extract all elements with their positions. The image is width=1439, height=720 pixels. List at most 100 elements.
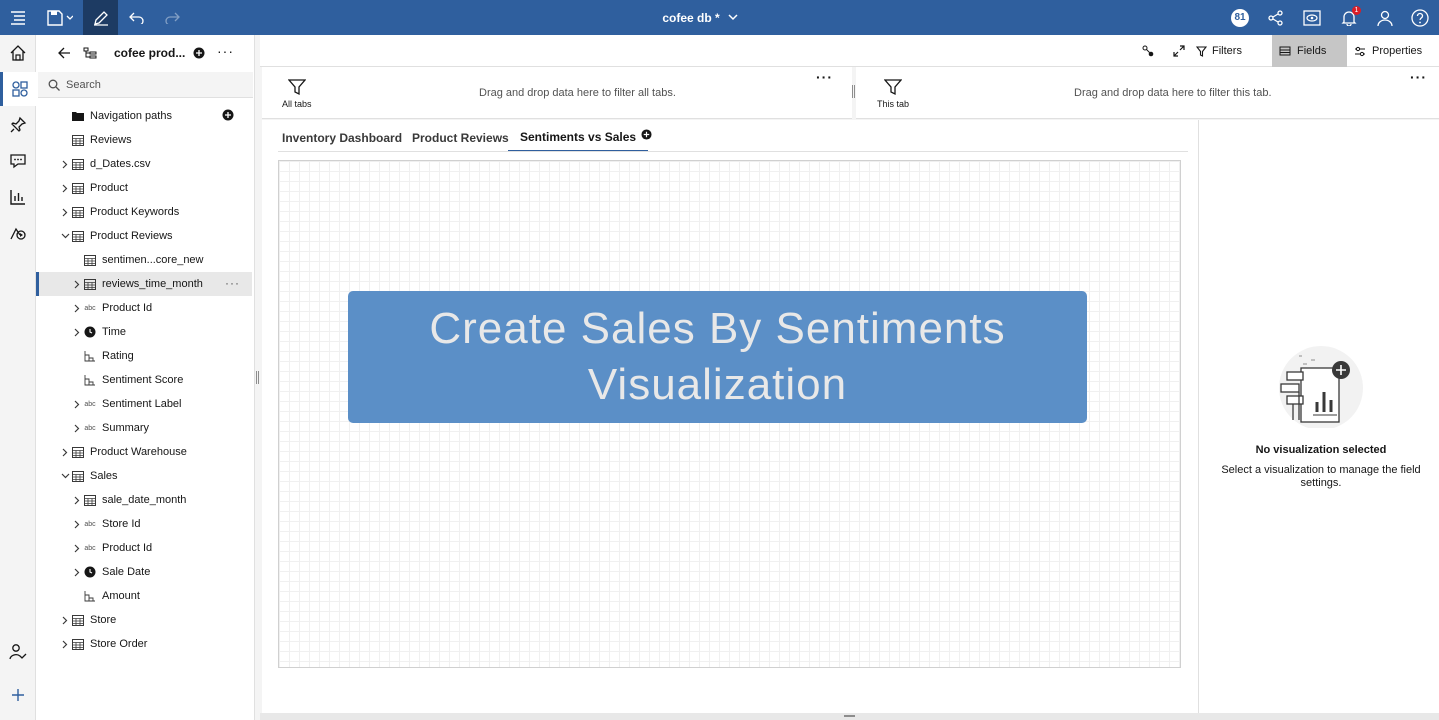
add-source-icon[interactable] [193,47,205,62]
tree-item[interactable]: Reviews [36,128,252,152]
tree-item-label: sentimen...core_new [102,254,204,266]
menu-icon[interactable] [6,0,30,35]
table-icon [72,638,84,650]
relations-icon[interactable] [1142,35,1158,67]
home-icon[interactable] [0,36,36,70]
bottom-scrollbar[interactable] [260,713,1439,720]
user-icon[interactable] [1374,0,1396,35]
tree-item[interactable]: Store [36,608,252,632]
help-icon[interactable] [1409,0,1431,35]
all-tabs-filter[interactable]: All tabs [282,79,312,109]
tree-item[interactable]: Time [36,320,252,344]
tree-item[interactable]: Product Warehouse [36,440,252,464]
tree-item[interactable]: Sentiment Score [36,368,252,392]
redo-icon[interactable] [161,0,183,35]
more-options-icon[interactable]: ··· [217,43,234,59]
tree-item-label: Sentiment Score [102,374,184,386]
chevron-right-icon[interactable] [72,543,82,553]
tree-item-more-icon[interactable]: ··· [225,276,240,290]
chevron-right-icon[interactable] [60,447,70,457]
notification-count: 1 [1352,6,1361,15]
chevron-right-icon[interactable] [60,183,70,193]
tree-item[interactable]: d_Dates.csv [36,152,252,176]
share-icon[interactable] [1265,0,1287,35]
dashboard-title[interactable]: cofee db * [640,0,760,35]
chart-icon[interactable] [0,180,36,214]
tree-item[interactable]: abc Product Id [36,536,252,560]
table-icon [72,206,84,218]
properties-button[interactable]: Properties [1354,35,1434,67]
data-source-name[interactable]: cofee prod... [114,46,185,60]
table-icon [72,158,84,170]
filter-zone-splitter[interactable] [852,85,855,98]
visualization-icon[interactable] [0,216,36,250]
chevron-right-icon[interactable] [72,423,82,433]
tab-inventory-dashboard[interactable]: Inventory Dashboard [270,124,414,152]
chevron-right-icon[interactable] [60,207,70,217]
all-tabs-more-icon[interactable]: ··· [816,69,833,85]
pin-icon[interactable] [0,108,36,142]
this-tab-filter[interactable]: This tab [877,79,909,109]
tree-item[interactable]: reviews_time_month ··· [36,272,252,296]
chevron-right-icon[interactable] [72,279,82,289]
this-tab-filter-zone[interactable]: This tab Drag and drop data here to filt… [856,67,1439,119]
tree-item[interactable]: Sales [36,464,252,488]
tree-item[interactable]: Rating [36,344,252,368]
tab-sentiments-vs-sales[interactable]: Sentiments vs Sales [508,124,649,152]
tree-item[interactable]: abc Store Id [36,512,252,536]
chevron-right-icon[interactable] [60,639,70,649]
tree-item[interactable]: Product [36,176,252,200]
edit-icon[interactable] [83,0,118,35]
chevron-right-icon[interactable] [72,567,82,577]
preview-icon[interactable] [1300,0,1324,35]
data-icon[interactable] [0,72,36,106]
expand-icon[interactable] [1173,35,1189,67]
table-icon [84,278,96,290]
tree-item[interactable]: abc Sentiment Label [36,392,252,416]
tree-item[interactable]: Product Reviews [36,224,252,248]
all-tabs-filter-zone[interactable]: All tabs Drag and drop data here to filt… [262,67,855,119]
save-icon[interactable] [44,0,76,35]
chevron-right-icon[interactable] [72,399,82,409]
panel-splitter[interactable] [255,35,260,720]
properties-label: Properties [1372,45,1423,57]
undo-icon[interactable] [126,0,148,35]
tree-item[interactable]: abc Summary [36,416,252,440]
chevron-right-icon[interactable] [72,303,82,313]
comment-icon[interactable] [0,144,36,178]
tree-item-label: Store Id [102,518,141,530]
tree-item-label: Sale Date [102,566,151,578]
tree-item[interactable]: abc Product Id [36,296,252,320]
chevron-down-icon[interactable] [60,471,70,481]
this-tab-more-icon[interactable]: ··· [1410,69,1427,85]
tree-item[interactable]: Amount [36,584,252,608]
filters-button[interactable]: Filters [1196,35,1254,67]
tree-item[interactable]: sentimen...core_new [36,248,252,272]
back-arrow-icon[interactable] [58,47,70,62]
fields-button[interactable]: Fields [1272,35,1347,67]
tree-item-label: Store [90,614,117,626]
text-widget-banner[interactable]: Create Sales By Sentiments Visualization [348,291,1087,423]
chevron-right-icon[interactable] [72,519,82,529]
chevron-right-icon[interactable] [60,615,70,625]
tree-item[interactable]: Store Order [36,632,252,656]
chevron-right-icon[interactable] [72,327,82,337]
add-tab-icon[interactable] [641,129,652,143]
add-navigation-path-icon[interactable] [222,109,234,124]
user-check-icon[interactable] [0,635,36,669]
tree-item[interactable]: sale_date_month [36,488,252,512]
tab-product-reviews[interactable]: Product Reviews [400,124,521,152]
tree-item-label: Product Id [102,542,153,554]
tree-item[interactable]: Navigation paths [36,104,252,128]
search-input[interactable] [66,78,246,91]
chevron-right-icon[interactable] [72,495,82,505]
user-count-badge[interactable]: 81 [1229,0,1251,35]
chevron-down-icon[interactable] [60,231,70,241]
search-bar [38,72,253,98]
empty-state-description: Select a visualization to manage the fie… [1221,464,1421,489]
chevron-right-icon[interactable] [60,159,70,169]
tree-item[interactable]: Sale Date [36,560,252,584]
tree-item[interactable]: Product Keywords [36,200,252,224]
tree-item-label: Time [102,326,127,338]
add-icon[interactable] [0,678,36,712]
